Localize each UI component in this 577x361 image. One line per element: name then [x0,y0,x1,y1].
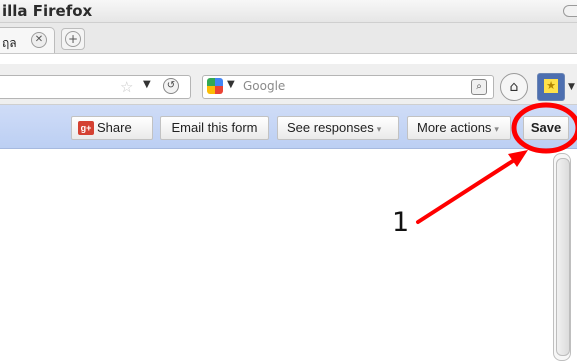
close-tab-icon[interactable]: ✕ [31,32,47,48]
bookmarks-button[interactable]: ★ [537,73,565,101]
browser-tab[interactable]: ฤล ✕ [0,27,55,53]
reload-icon[interactable]: ↺ [163,78,179,94]
save-button[interactable]: Save [523,116,569,140]
email-form-label: Email this form [171,120,258,135]
bookmark-icon: ★ [544,79,558,93]
save-label: Save [530,120,562,135]
more-actions-label: More actions [417,120,492,135]
tab-bar: ฤล ✕ + [0,23,577,54]
title-bar: illa Firefox [0,0,577,23]
url-bar[interactable]: ☆ ▼ ↺ [0,75,191,99]
search-icon[interactable]: ⌕ [471,79,487,95]
search-engine-dropdown-icon[interactable]: ▼ [227,79,235,90]
share-button[interactable]: g+ Share [71,116,153,140]
see-responses-label: See responses [287,120,374,135]
bookmark-star-icon[interactable]: ☆ [120,78,133,96]
search-input[interactable]: Google [243,79,285,93]
scrollbar-thumb[interactable] [556,158,570,356]
home-button[interactable]: ⌂ [500,73,528,101]
form-toolbar: g+ Share Email this form See responses ▾ … [0,105,577,149]
new-tab-button[interactable]: + [61,28,85,50]
more-actions-button[interactable]: More actions ▾ [407,116,511,140]
vertical-scrollbar[interactable] [553,153,571,361]
bookmarks-dropdown-icon[interactable]: ▼ [568,82,575,92]
tab-label: ฤล [2,36,17,50]
navigation-bar: ☆ ▼ ↺ ▼ Google ⌕ ⌂ ★ ▼ [0,64,577,105]
window-control-button[interactable] [563,5,577,17]
google-logo-icon[interactable] [207,78,223,94]
share-label: Share [97,120,132,135]
window-title: illa Firefox [2,2,93,20]
url-dropdown-icon[interactable]: ▼ [143,79,151,90]
chevron-down-icon: ▾ [494,124,499,134]
search-bar[interactable]: ▼ Google ⌕ [202,75,494,99]
chevron-down-icon: ▾ [376,124,382,134]
see-responses-button[interactable]: See responses ▾ [277,116,399,140]
email-form-button[interactable]: Email this form [160,116,269,140]
plus-icon: + [65,31,81,47]
page-content [0,149,577,361]
google-plus-icon: g+ [78,121,94,135]
annotation-number: 1 [392,207,410,238]
